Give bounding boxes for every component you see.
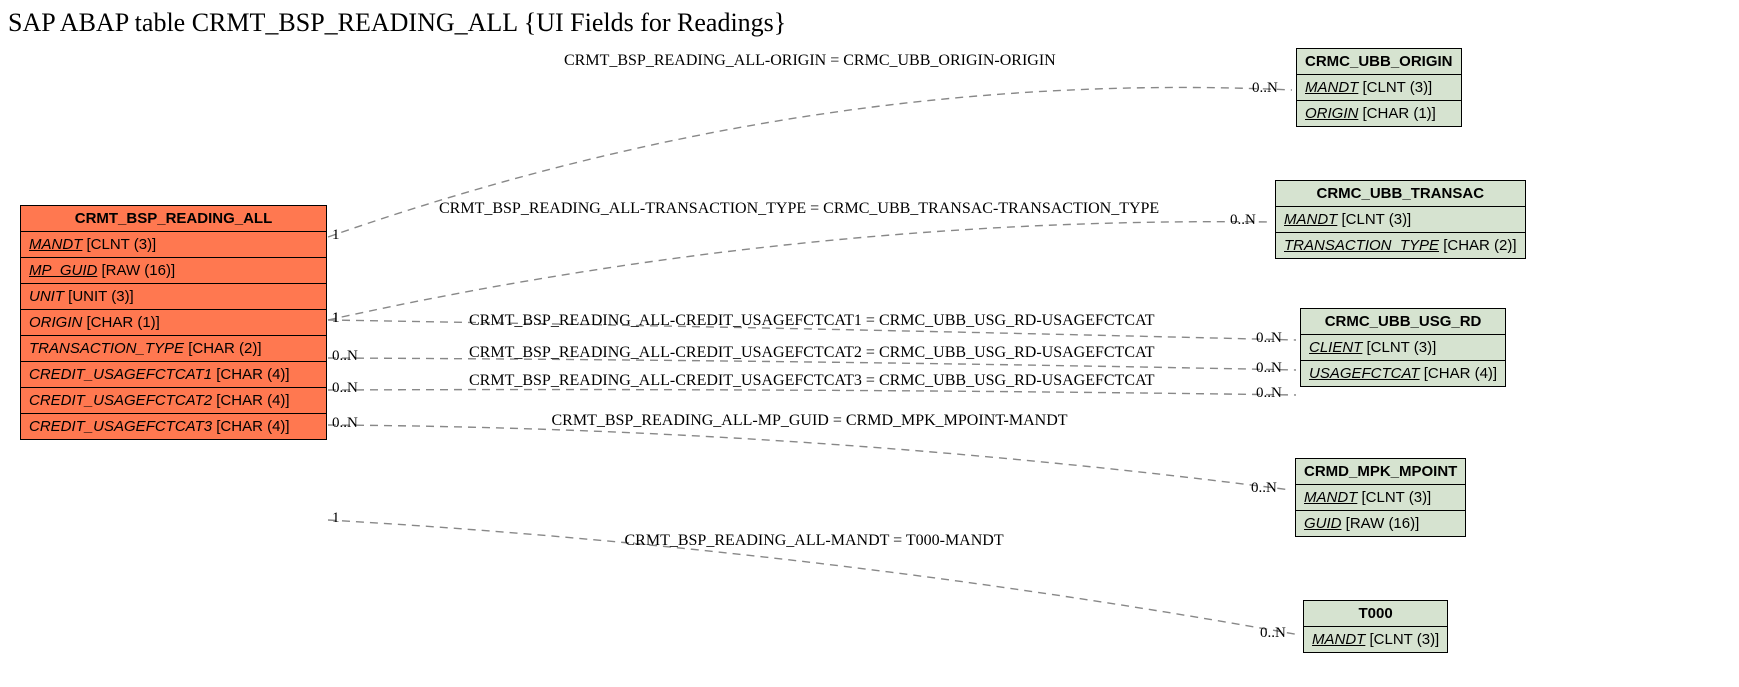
right-cardinality: 0..N [1252,80,1278,97]
connection-label: CRMT_BSP_READING_ALL-ORIGIN = CRMC_UBB_O… [564,52,1056,70]
field-row: MANDT [CLNT (3)] [21,232,326,258]
connection-label: CRMT_BSP_READING_ALL-TRANSACTION_TYPE = … [439,200,1159,218]
connection-label: CRMT_BSP_READING_ALL-CREDIT_USAGEFCTCAT3… [469,372,1155,390]
field-row: CREDIT_USAGEFCTCAT1 [CHAR (4)] [21,362,326,388]
entity-crmc-ubb-transac: CRMC_UBB_TRANSACMANDT [CLNT (3)]TRANSACT… [1275,180,1526,259]
right-cardinality: 0..N [1230,212,1256,229]
entity-header: CRMC_UBB_USG_RD [1301,309,1505,335]
entity-t000: T000MANDT [CLNT (3)] [1303,600,1448,653]
right-cardinality: 0..N [1256,360,1282,377]
field-row: MANDT [CLNT (3)] [1276,207,1525,233]
right-cardinality: 0..N [1251,480,1277,497]
field-row: ORIGIN [CHAR (1)] [1297,101,1461,126]
field-row: ORIGIN [CHAR (1)] [21,310,326,336]
right-cardinality: 0..N [1260,625,1286,642]
field-row: CREDIT_USAGEFCTCAT3 [CHAR (4)] [21,414,326,439]
field-row: MANDT [CLNT (3)] [1304,627,1447,652]
main-entity-header: CRMT_BSP_READING_ALL [21,206,326,232]
left-cardinality: 0..N [332,415,358,432]
entity-crmc-ubb-usg-rd: CRMC_UBB_USG_RDCLIENT [CLNT (3)]USAGEFCT… [1300,308,1506,387]
entity-crmc-ubb-origin: CRMC_UBB_ORIGINMANDT [CLNT (3)]ORIGIN [C… [1296,48,1462,127]
field-row: MP_GUID [RAW (16)] [21,258,326,284]
left-cardinality: 0..N [332,380,358,397]
left-cardinality: 1 [332,510,340,527]
field-row: CREDIT_USAGEFCTCAT2 [CHAR (4)] [21,388,326,414]
field-row: TRANSACTION_TYPE [CHAR (2)] [21,336,326,362]
entity-crmd-mpk-mpoint: CRMD_MPK_MPOINTMANDT [CLNT (3)]GUID [RAW… [1295,458,1466,537]
field-row: UNIT [UNIT (3)] [21,284,326,310]
field-row: USAGEFCTCAT [CHAR (4)] [1301,361,1505,386]
field-row: MANDT [CLNT (3)] [1296,485,1465,511]
field-row: CLIENT [CLNT (3)] [1301,335,1505,361]
field-row: TRANSACTION_TYPE [CHAR (2)] [1276,233,1525,258]
left-cardinality: 1 [332,227,340,244]
entity-header: T000 [1304,601,1447,627]
right-cardinality: 0..N [1256,330,1282,347]
entity-header: CRMD_MPK_MPOINT [1296,459,1465,485]
left-cardinality: 0..N [332,348,358,365]
page-title: SAP ABAP table CRMT_BSP_READING_ALL {UI … [8,8,786,38]
main-entity-table: CRMT_BSP_READING_ALL MANDT [CLNT (3)]MP_… [20,205,327,440]
connection-label: CRMT_BSP_READING_ALL-CREDIT_USAGEFCTCAT2… [469,344,1155,362]
right-cardinality: 0..N [1256,385,1282,402]
field-row: MANDT [CLNT (3)] [1297,75,1461,101]
left-cardinality: 1 [332,310,340,327]
connection-label: CRMT_BSP_READING_ALL-MANDT = T000-MANDT [625,532,1004,550]
entity-header: CRMC_UBB_TRANSAC [1276,181,1525,207]
connection-label: CRMT_BSP_READING_ALL-CREDIT_USAGEFCTCAT1… [469,312,1155,330]
entity-header: CRMC_UBB_ORIGIN [1297,49,1461,75]
field-row: GUID [RAW (16)] [1296,511,1465,536]
connection-label: CRMT_BSP_READING_ALL-MP_GUID = CRMD_MPK_… [552,412,1068,430]
